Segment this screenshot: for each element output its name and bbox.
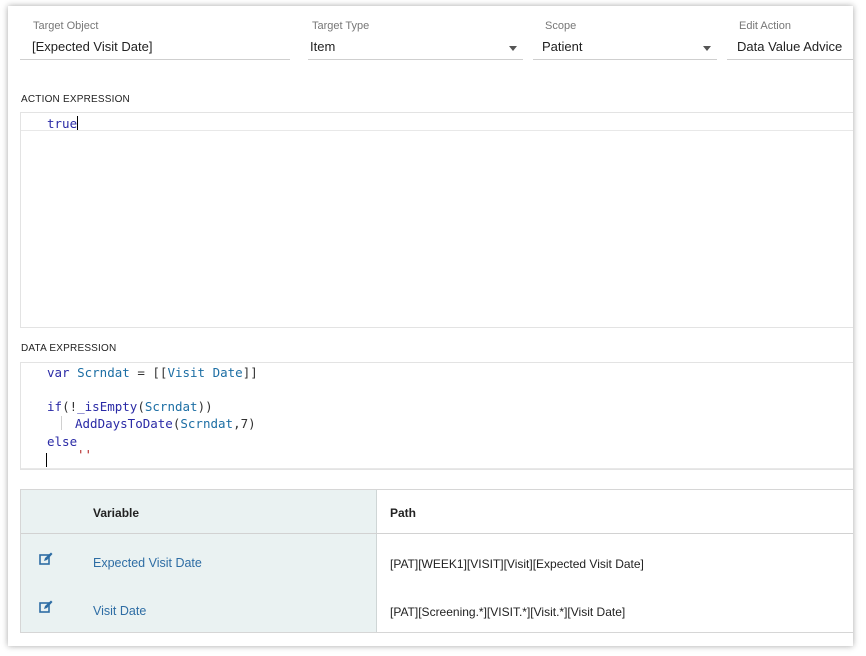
code-variable: Scrndat <box>77 365 130 380</box>
code-variable: Scrndat <box>144 399 198 414</box>
code-reference: Visit Date <box>167 365 243 380</box>
scope-underline <box>533 59 717 60</box>
path-column-header: Path <box>390 506 417 520</box>
target-type-label: Target Type <box>312 20 370 32</box>
code-operator: (! <box>62 399 78 414</box>
code-operator: ( <box>137 399 145 414</box>
target-object-field[interactable]: Target Object [Expected Visit Date] <box>20 6 290 64</box>
code-keyword: else <box>47 434 78 449</box>
scope-value: Patient <box>542 39 583 54</box>
variable-path: [PAT][WEEK1][VISIT][Visit][Expected Visi… <box>390 557 644 571</box>
variable-path: [PAT][Screening.*][VISIT.*][Visit.*][Vis… <box>390 605 626 619</box>
code-variable: Scrndat <box>180 416 234 431</box>
data-code-line-6: '' <box>77 447 93 462</box>
edit-action-label: Edit Action <box>739 20 791 32</box>
indent-guide <box>61 416 62 430</box>
code-function: AddDaysToDate <box>75 416 173 431</box>
data-expression-label: DATA EXPRESSION <box>21 343 117 354</box>
action-expression-label: ACTION EXPRESSION <box>21 94 130 105</box>
variable-column-header: Variable <box>93 506 140 520</box>
chevron-down-icon[interactable] <box>703 46 711 51</box>
code-operator: = [[ <box>129 365 168 380</box>
data-code-line-3: if(!_isEmpty(Scrndat)) <box>47 399 213 414</box>
text-cursor <box>46 453 47 467</box>
edit-action-select[interactable]: Edit Action Data Value Advice <box>727 6 853 64</box>
action-expression-editor[interactable]: true <box>20 112 853 328</box>
code-operator: )) <box>197 399 213 414</box>
target-type-select[interactable]: Target Type Item <box>308 6 523 64</box>
data-code-line-4: AddDaysToDate(Scrndat,7) <box>75 416 256 431</box>
code-keyword: if <box>47 399 63 414</box>
variable-link[interactable]: Visit Date <box>93 604 146 618</box>
data-code-line-1: var Scrndat = [[Visit Date]] <box>47 365 258 380</box>
table-header-row: Variable Path <box>21 490 853 534</box>
variables-table: Variable Path Expected Visit Date [PAT][… <box>20 489 853 633</box>
target-object-value[interactable]: [Expected Visit Date] <box>32 39 152 54</box>
text-cursor <box>77 116 79 130</box>
target-object-label: Target Object <box>33 20 99 32</box>
code-keyword: var <box>47 365 70 380</box>
target-type-value: Item <box>310 39 336 54</box>
scope-select[interactable]: Scope Patient <box>533 6 717 64</box>
code-operator: ,7) <box>233 416 256 431</box>
edit-action-underline <box>727 59 853 60</box>
data-expression-editor[interactable]: var Scrndat = [[Visit Date]] if(!_isEmpt… <box>20 362 853 470</box>
variable-link[interactable]: Expected Visit Date <box>93 556 202 570</box>
code-keyword: true <box>47 116 78 131</box>
edit-icon[interactable] <box>39 552 53 566</box>
target-object-underline <box>20 59 290 60</box>
target-type-underline <box>308 59 523 60</box>
scope-label: Scope <box>545 20 577 32</box>
edit-action-value: Data Value Advice <box>737 39 843 54</box>
data-code-line-5: else <box>47 434 77 449</box>
code-operator: ]] <box>242 365 258 380</box>
code-function: _isEmpty <box>77 399 138 414</box>
action-code-line: true <box>47 116 79 131</box>
edit-icon[interactable] <box>39 600 53 614</box>
active-line <box>21 451 853 469</box>
active-line <box>21 113 853 131</box>
chevron-down-icon[interactable] <box>509 46 517 51</box>
rule-editor-panel: Target Object [Expected Visit Date] Targ… <box>8 6 853 646</box>
